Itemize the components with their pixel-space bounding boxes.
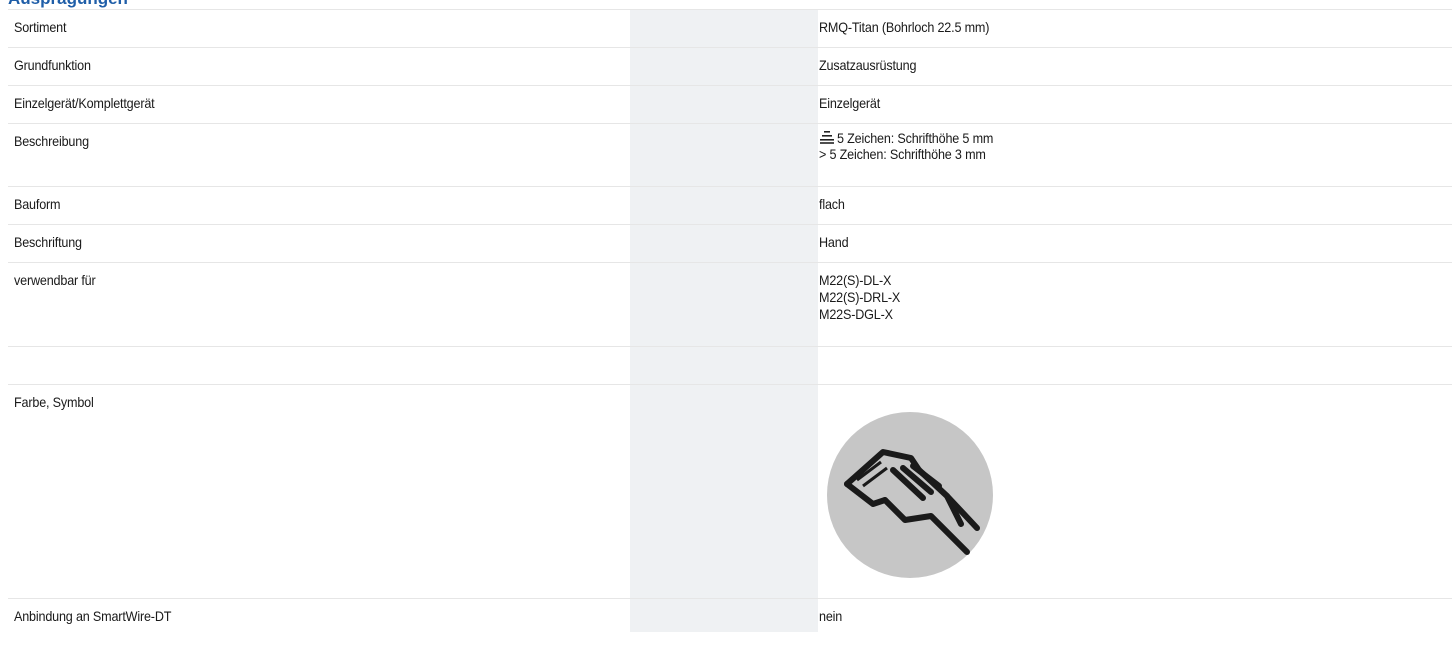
row-value: RMQ-Titan (Bohrloch 22.5 mm) — [819, 19, 990, 35]
row-label: verwendbar für — [14, 272, 96, 288]
row-value: nein — [819, 608, 843, 624]
row-value: flach — [819, 196, 845, 212]
hand-writing-symbol-icon — [827, 412, 993, 578]
spacer-cell — [630, 86, 744, 123]
table-row: Farbe, Symbol — [8, 385, 1452, 599]
spacer-cell — [744, 124, 818, 186]
row-value — [818, 385, 1452, 598]
row-label: Sortiment — [14, 19, 67, 35]
row-label: Anbindung an SmartWire-DT — [14, 608, 172, 624]
spacer-cell — [744, 86, 818, 123]
spacer-cell — [630, 385, 744, 598]
spacer-cell — [630, 225, 744, 262]
spacer-cell — [744, 187, 818, 224]
table-row: Beschreibung 5 Zeichen: Schrifthöhe 5 mm… — [8, 124, 1452, 187]
row-value: Zusatzausrüstung — [819, 57, 917, 73]
spacer-cell — [744, 599, 818, 632]
row-value — [818, 347, 1452, 384]
table-row: verwendbar für M22(S)-DL-X M22(S)-DRL-X … — [8, 263, 1452, 347]
spacer-cell — [630, 48, 744, 85]
row-label: Beschriftung — [14, 234, 82, 250]
row-value: M22(S)-DL-X M22(S)-DRL-X M22S-DGL-X — [819, 272, 901, 322]
spacer-cell — [744, 347, 818, 384]
row-label: Farbe, Symbol — [14, 394, 94, 410]
properties-table: Sortiment RMQ-Titan (Bohrloch 22.5 mm) G… — [8, 9, 1452, 632]
spacer-cell — [744, 48, 818, 85]
table-row: Anbindung an SmartWire-DT nein — [8, 599, 1452, 632]
section-title: Ausprägungen — [8, 0, 128, 9]
table-row: Grundfunktion Zusatzausrüstung — [8, 48, 1452, 86]
spacer-cell — [630, 599, 744, 632]
row-label: Einzelgerät/Komplettgerät — [14, 95, 155, 111]
table-row: Sortiment RMQ-Titan (Bohrloch 22.5 mm) — [8, 10, 1452, 48]
spacer-cell — [744, 385, 818, 598]
table-row: Einzelgerät/Komplettgerät Einzelgerät — [8, 86, 1452, 124]
table-row: Bauform flach — [8, 187, 1452, 225]
table-row-empty — [8, 347, 1452, 385]
row-value: Hand — [819, 234, 849, 250]
row-label — [8, 347, 630, 384]
spacer-cell — [744, 225, 818, 262]
row-value: Einzelgerät — [819, 95, 881, 111]
spacer-cell — [744, 10, 818, 47]
row-value: 5 Zeichen: Schrifthöhe 5 mm > 5 Zeichen:… — [819, 130, 994, 162]
spacer-cell — [630, 124, 744, 186]
spacer-cell — [630, 10, 744, 47]
row-label: Beschreibung — [14, 133, 89, 149]
table-row: Beschriftung Hand — [8, 225, 1452, 263]
spacer-cell — [744, 263, 818, 346]
spacer-cell — [630, 347, 744, 384]
text-height-icon — [820, 131, 834, 144]
spacer-cell — [630, 263, 744, 346]
row-label: Grundfunktion — [14, 57, 91, 73]
spacer-cell — [630, 187, 744, 224]
row-label: Bauform — [14, 196, 61, 212]
